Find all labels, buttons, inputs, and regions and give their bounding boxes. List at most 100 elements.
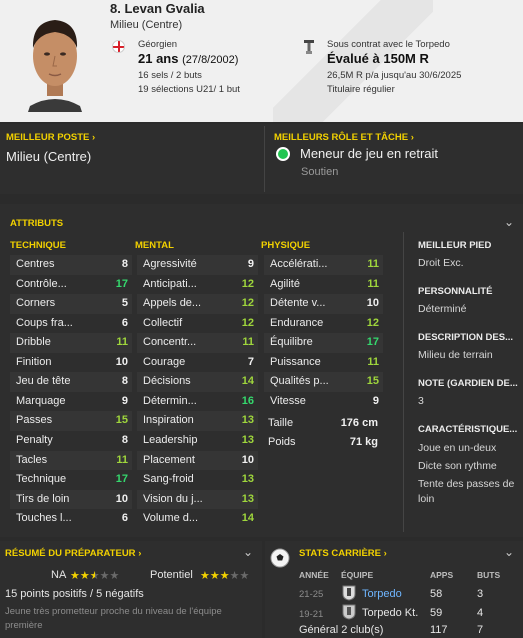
attribute-row[interactable]: Placement 10 xyxy=(137,450,258,470)
attribute-row[interactable]: Jeu de tête 8 xyxy=(10,372,132,392)
attribute-value: 11 xyxy=(367,258,379,270)
attribute-row[interactable]: Vitesse 9 xyxy=(264,392,383,412)
attribute-value: 8 xyxy=(121,375,128,388)
career-row-team-link[interactable]: Torpedo xyxy=(362,588,402,600)
weight-value: 71 kg xyxy=(349,436,378,448)
report-summary: 15 points positifs / 5 négatifs xyxy=(5,588,144,600)
attribute-value: 13 xyxy=(241,433,254,446)
coach-report-title-text: RÉSUMÉ DU PRÉPARATEUR xyxy=(5,548,136,559)
attribute-row[interactable]: Touches l... 6 xyxy=(10,509,132,529)
attribute-row[interactable]: Passes 15 xyxy=(10,411,132,431)
attribute-name: Jeu de tête xyxy=(16,375,71,388)
career-row-team[interactable]: Torpedo Kt. xyxy=(362,607,418,619)
traits-title: CARACTÉRISTIQUE... xyxy=(418,424,518,435)
attribute-name: Contrôle... xyxy=(16,277,67,290)
attribute-row[interactable]: Détente v... 10 xyxy=(264,294,383,314)
height-label: Taille xyxy=(268,417,294,429)
star-icon: ★ xyxy=(109,570,120,582)
attribute-row[interactable]: Contrôle... 17 xyxy=(10,275,132,295)
attribute-row[interactable]: Concentr... 11 xyxy=(137,333,258,353)
attribute-name: Passes xyxy=(16,414,53,427)
gk-rating-title: NOTE (GARDIEN DE... xyxy=(418,378,518,389)
attribute-row[interactable]: Collectif 12 xyxy=(137,314,258,334)
career-row-apps: 58 xyxy=(430,588,443,600)
attribute-row[interactable]: Endurance 12 xyxy=(264,314,383,334)
career-title[interactable]: STATS CARRIÈRE › xyxy=(299,548,387,559)
best-position-title[interactable]: MEILLEUR POSTE › xyxy=(6,132,95,143)
attribute-row[interactable]: Finition 10 xyxy=(10,353,132,373)
attribute-value: 7 xyxy=(247,355,254,368)
attribute-row[interactable]: Volume d... 14 xyxy=(137,509,258,529)
attribute-row[interactable]: Leadership 13 xyxy=(137,431,258,451)
attribute-name: Endurance xyxy=(270,316,324,329)
attribute-value: 5 xyxy=(121,297,128,310)
report-note-line2: première xyxy=(5,620,43,631)
attribute-row[interactable]: Décisions 14 xyxy=(137,372,258,392)
star-icon: ★ xyxy=(89,570,100,582)
attribute-row[interactable]: Inspiration 13 xyxy=(137,411,258,431)
attribute-value: 8 xyxy=(121,258,128,270)
club-stats: 16 sels / 2 buts xyxy=(138,70,202,81)
attribute-row[interactable]: Corners 5 xyxy=(10,294,132,314)
attribute-row[interactable]: Agilité 11 xyxy=(264,275,383,295)
coach-report-title[interactable]: RÉSUMÉ DU PRÉPARATEUR › xyxy=(5,548,141,559)
attribute-row[interactable]: Sang-froid 13 xyxy=(137,470,258,490)
attribute-row[interactable]: Technique 17 xyxy=(10,470,132,490)
expand-chevron-down-icon[interactable]: ⌄ xyxy=(243,545,253,559)
best-role-title[interactable]: MEILLEURS RÔLE ET TÂCHE › xyxy=(274,132,414,143)
ability-stars: ★★★★★ xyxy=(70,568,119,582)
ability-label: NA xyxy=(51,569,67,581)
player-value: Évalué à 150M R xyxy=(327,51,429,66)
physique-title: PHYSIQUE xyxy=(261,240,311,251)
attribute-row[interactable]: Dribble 11 xyxy=(10,333,132,353)
best-role-duty: Soutien xyxy=(301,166,339,178)
attribute-row[interactable]: Courage 7 xyxy=(137,353,258,373)
attribute-row[interactable]: Qualités p... 15 xyxy=(264,372,383,392)
attribute-value: 13 xyxy=(241,492,254,505)
career-row-apps: 59 xyxy=(430,607,443,619)
player-age: 21 ans (27/8/2002) xyxy=(138,51,238,66)
expand-chevron-down-icon[interactable]: ⌄ xyxy=(504,215,514,229)
attribute-row[interactable]: Détermin... 16 xyxy=(137,392,258,412)
contract-status: Sous contrat avec le Torpedo xyxy=(327,39,450,50)
col-team: ÉQUIPE xyxy=(341,570,374,580)
attribute-value: 9 xyxy=(372,394,379,407)
attribute-name: Appels de... xyxy=(143,297,202,310)
best-position-title-text: MEILLEUR POSTE xyxy=(6,132,90,143)
physique-list: Accélérati... 11 Agilité 11 Détente v... 10 En… xyxy=(264,255,383,528)
attribute-name: Penalty xyxy=(16,433,53,446)
attribute-row[interactable]: Appels de... 12 xyxy=(137,294,258,314)
attribute-value: 12 xyxy=(241,297,254,310)
role-suitability-icon xyxy=(276,147,290,161)
attribute-row[interactable]: Tacles 11 xyxy=(10,450,132,470)
attribute-row[interactable]: Penalty 8 xyxy=(10,431,132,451)
attribute-row[interactable]: Tirs de loin 10 xyxy=(10,489,132,510)
attribute-row[interactable]: Puissance 11 xyxy=(264,353,383,373)
attribute-row[interactable]: Accélérati... 11 xyxy=(264,255,383,275)
attribute-row[interactable]: Coups fra... 6 xyxy=(10,314,132,334)
nationality: Géorgien xyxy=(138,39,178,50)
chevron-right-icon: › xyxy=(383,548,387,559)
attribute-name: Volume d... xyxy=(143,512,199,525)
expand-chevron-down-icon[interactable]: ⌄ xyxy=(504,545,514,559)
col-goals: BUTS xyxy=(477,570,501,580)
attribute-row[interactable]: Anticipati... 12 xyxy=(137,275,258,295)
attribute-name: Détente v... xyxy=(270,297,326,310)
attribute-row[interactable]: Vision du j... 13 xyxy=(137,489,258,510)
club-crest-icon xyxy=(304,40,314,54)
attribute-name: Dribble xyxy=(16,336,51,349)
attribute-name: Sang-froid xyxy=(143,473,194,486)
attribute-row[interactable]: Centres 8 xyxy=(10,255,132,275)
attribute-value: 10 xyxy=(366,297,379,310)
technique-list: Centres 8 Contrôle... 17 Corners 5 Coups fra..… xyxy=(10,255,132,528)
player-name: 8. Levan Gvalia xyxy=(110,1,205,16)
attribute-row[interactable]: Agressivité 9 xyxy=(137,255,258,275)
attribute-name: Corners xyxy=(16,297,56,310)
football-icon xyxy=(270,548,290,568)
attribute-value: 9 xyxy=(247,258,254,270)
career-total-apps: 117 xyxy=(430,624,448,636)
squad-status: Titulaire régulier xyxy=(327,84,395,95)
attribute-name: Courage xyxy=(143,355,186,368)
attribute-row[interactable]: Marquage 9 xyxy=(10,392,132,412)
attribute-row[interactable]: Équilibre 17 xyxy=(264,333,383,353)
